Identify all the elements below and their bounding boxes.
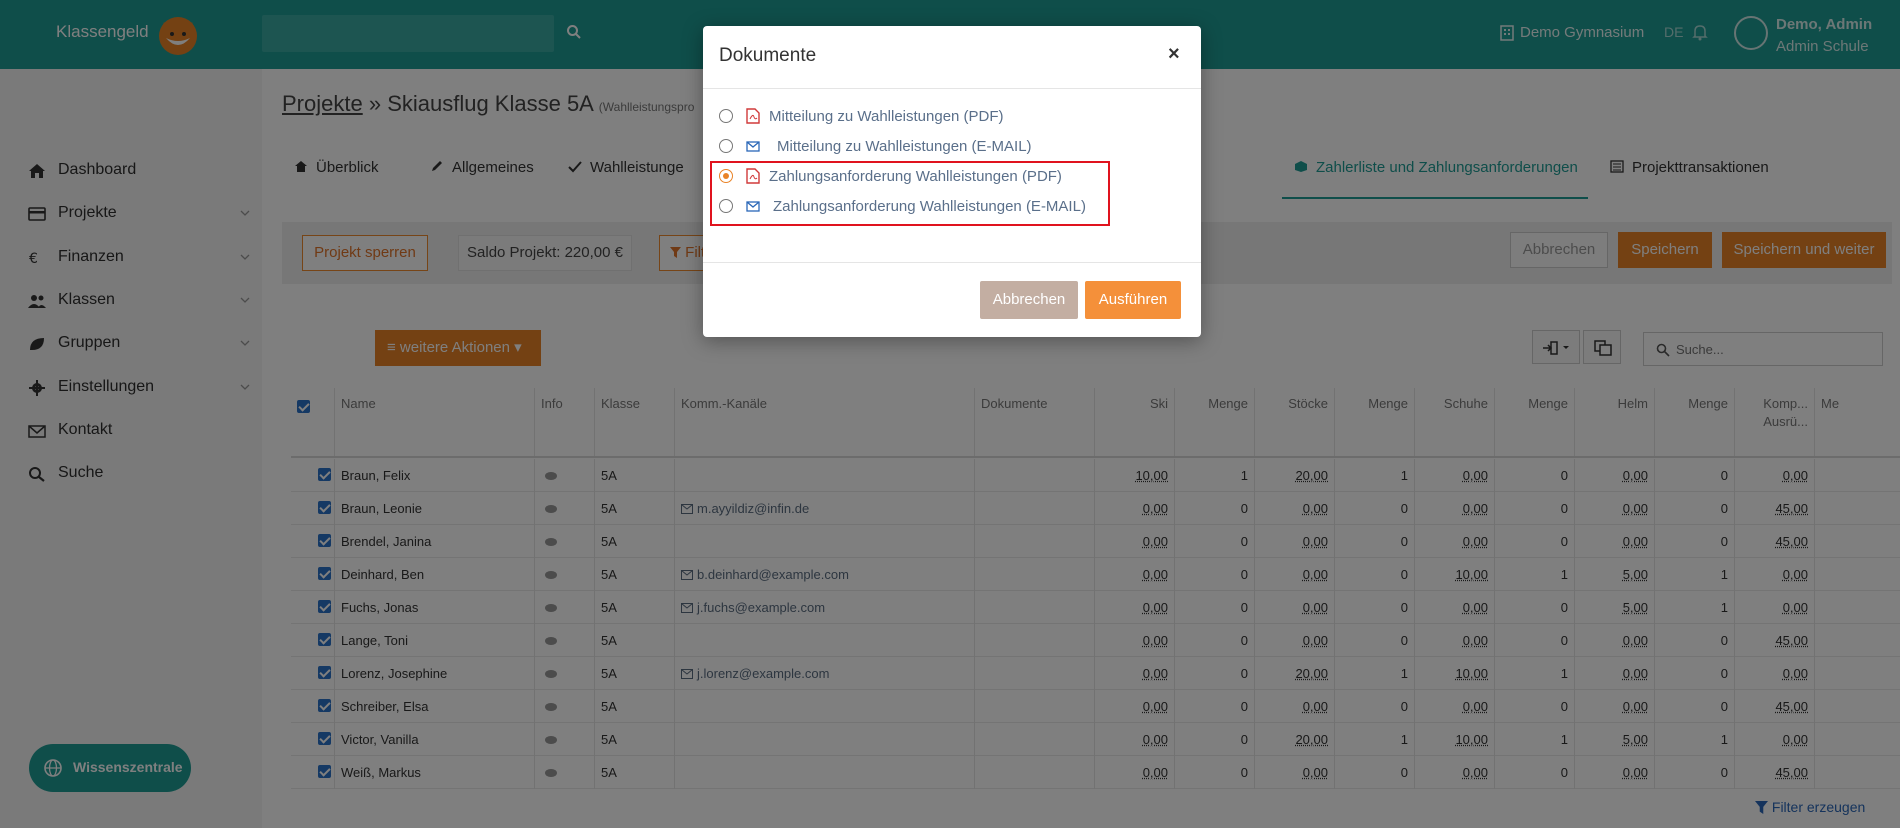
- option-label: Mitteilung zu Wahlleistungen (E-MAIL): [777, 138, 1032, 155]
- document-option[interactable]: Mitteilung zu Wahlleistungen (PDF): [719, 106, 1179, 128]
- envelope-icon: [746, 141, 760, 152]
- modal-title: Dokumente: [719, 45, 817, 66]
- modal-divider: [703, 88, 1201, 89]
- close-icon[interactable]: ×: [1168, 43, 1180, 66]
- execute-button[interactable]: Ausführen: [1085, 281, 1181, 319]
- option-label: Mitteilung zu Wahlleistungen (PDF): [769, 108, 1004, 125]
- pdf-icon: [746, 108, 760, 124]
- modal-divider: [703, 262, 1201, 263]
- documents-modal: Dokumente × Mitteilung zu Wahlleistungen…: [703, 26, 1201, 337]
- document-option[interactable]: Mitteilung zu Wahlleistungen (E-MAIL): [719, 136, 1179, 158]
- modal-cancel-button[interactable]: Abbrechen: [980, 281, 1078, 319]
- radio-button[interactable]: [719, 139, 733, 153]
- radio-button[interactable]: [719, 109, 733, 123]
- highlight-box: [710, 161, 1110, 226]
